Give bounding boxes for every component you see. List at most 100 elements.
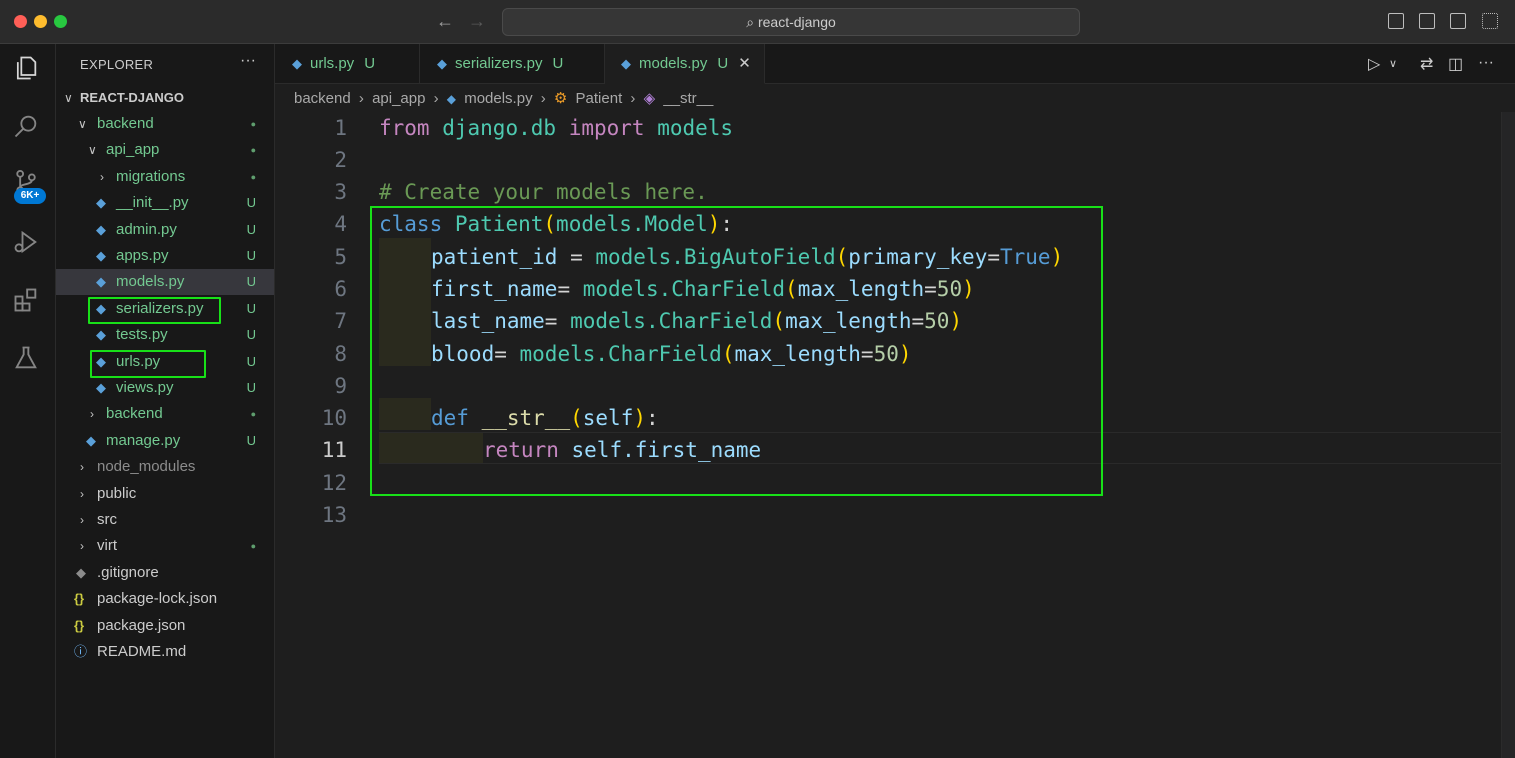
explorer-title: EXPLORER [80,57,154,72]
python-file-icon: ◆ [96,248,106,263]
highlight-box-code [370,206,1103,496]
maximize-window-button[interactable] [54,15,67,28]
python-file-icon: ◆ [96,222,106,237]
tree-item-virt[interactable]: › virt ● [56,533,274,559]
tab-serializers-py[interactable]: ◆ serializers.py U [420,44,605,84]
tree-item-models-py[interactable]: ◆ models.py U [56,269,274,295]
python-file-icon: ◆ [437,56,447,71]
line-number: 7 [334,309,347,333]
testing-icon[interactable] [12,344,44,376]
tree-item-readme-md[interactable]: ⓘ README.md [56,639,274,665]
title-bar: ← → ⌕ react-django [0,0,1515,44]
line-number-current: 11 [321,438,347,462]
tree-item-backend-inner[interactable]: › backend ● [56,401,274,427]
line-number: 5 [334,245,347,269]
line-number: 6 [334,277,347,301]
line-number: 3 [334,180,347,204]
minimize-window-button[interactable] [34,15,47,28]
tree-item-src[interactable]: › src [56,507,274,533]
breadcrumb-separator: › [433,90,439,107]
modified-dot: ● [250,145,256,155]
code-line-1: from django.db import models [379,116,734,140]
tree-item-init-py[interactable]: ◆ __init__.py U [56,190,274,216]
breadcrumb-separator: › [540,90,546,107]
line-number: 12 [321,471,347,495]
highlight-box-urls [90,350,206,378]
tree-item-node-modules[interactable]: › node_modules [56,454,274,480]
line-number: 4 [334,212,347,236]
python-file-icon: ◆ [446,92,457,106]
json-file-icon: {} [74,591,85,606]
editor-scrollbar[interactable] [1501,112,1515,758]
toggle-secondary-sidebar-icon[interactable] [1450,13,1466,29]
code-line-3: # Create your models here. [379,180,708,204]
class-symbol-icon: ⚙ [553,90,568,107]
breadcrumb-patient[interactable]: Patient [576,90,623,107]
chevron-down-icon: ∨ [64,91,73,105]
chevron-down-icon: ∨ [78,117,87,131]
vscode-window: ← → ⌕ react-django 6K+ EXPLORER ··· ∨ RE… [0,0,1515,758]
forward-arrow-icon[interactable]: → [468,11,486,31]
line-number: 8 [334,342,347,366]
tree-root[interactable]: ∨ REACT-DJANGO [56,85,274,111]
breadcrumb-str[interactable]: __str__ [663,90,713,107]
tree-item-gitignore[interactable]: ◆ .gitignore [56,560,274,586]
toggle-primary-sidebar-icon[interactable] [1388,13,1404,29]
breadcrumb: backend › api_app › ◆ models.py › ⚙ Pati… [294,88,717,110]
python-file-icon: ◆ [96,380,106,395]
tree-item-package-lock-json[interactable]: {} package-lock.json [56,586,274,612]
customize-layout-icon[interactable] [1482,13,1498,29]
extensions-icon[interactable] [12,286,44,318]
tree-item-views-py[interactable]: ◆ views.py U [56,375,274,401]
chevron-right-icon: › [80,460,84,474]
tree-item-public[interactable]: › public [56,481,274,507]
run-dropdown-chevron-icon[interactable]: ∨ [1389,57,1397,70]
modified-dot: ● [250,119,256,129]
tree-item-admin-py[interactable]: ◆ admin.py U [56,217,274,243]
python-file-icon: ◆ [96,327,106,342]
info-file-icon: ⓘ [74,644,88,659]
breadcrumb-separator: › [630,90,636,107]
breadcrumb-backend[interactable]: backend [294,90,351,107]
close-window-button[interactable] [14,15,27,28]
tree-item-migrations[interactable]: › migrations ● [56,164,274,190]
tree-item-api-app[interactable]: ∨ api_app ● [56,137,274,163]
json-file-icon: {} [74,618,85,633]
tree-item-package-json[interactable]: {} package.json [56,613,274,639]
tree-item-tests-py[interactable]: ◆ tests.py U [56,322,274,348]
source-control-badge: 6K+ [14,188,46,204]
line-number: 10 [321,406,347,430]
split-editor-icon[interactable]: ◫ [1448,54,1463,74]
tree-item-manage-py[interactable]: ◆ manage.py U [56,428,274,454]
explorer-icon[interactable] [12,54,44,86]
close-tab-icon[interactable]: ✕ [738,55,751,72]
tree-item-backend[interactable]: ∨ backend ● [56,111,274,137]
modified-dot: ● [250,172,256,182]
tree-item-apps-py[interactable]: ◆ apps.py U [56,243,274,269]
more-actions-icon[interactable]: ··· [240,52,256,70]
line-number: 2 [334,148,347,172]
run-file-icon[interactable]: ▷ [1368,54,1380,74]
breadcrumb-api-app[interactable]: api_app [372,90,425,107]
activity-bar: 6K+ [0,44,56,758]
python-file-icon: ◆ [96,195,106,210]
breadcrumb-models-py[interactable]: models.py [464,90,532,107]
line-number: 1 [334,116,347,140]
search-icon: ⌕ [746,14,758,30]
back-arrow-icon[interactable]: ← [436,11,454,31]
chevron-down-icon: ∨ [88,143,97,157]
search-icon[interactable] [12,112,44,144]
editor-tabs: ◆ urls.py U ◆ serializers.py U ◆ models.py U ✕ … [275,44,1515,84]
line-number: 13 [321,503,347,527]
tab-models-py[interactable]: ◆ models.py U ✕ [605,44,765,84]
command-center-search[interactable]: ⌕ react-django [502,8,1080,36]
more-actions-icon[interactable]: ··· [1478,54,1494,72]
method-symbol-icon: ◈ [643,90,656,107]
tab-urls-py[interactable]: ◆ urls.py U [275,44,420,84]
toggle-panel-icon[interactable] [1419,13,1435,29]
python-file-icon: ◆ [96,274,106,289]
chevron-right-icon: › [80,539,84,553]
compare-changes-icon[interactable]: ⇄ [1420,54,1433,74]
run-debug-icon[interactable] [12,228,44,260]
breadcrumb-separator: › [358,90,364,107]
